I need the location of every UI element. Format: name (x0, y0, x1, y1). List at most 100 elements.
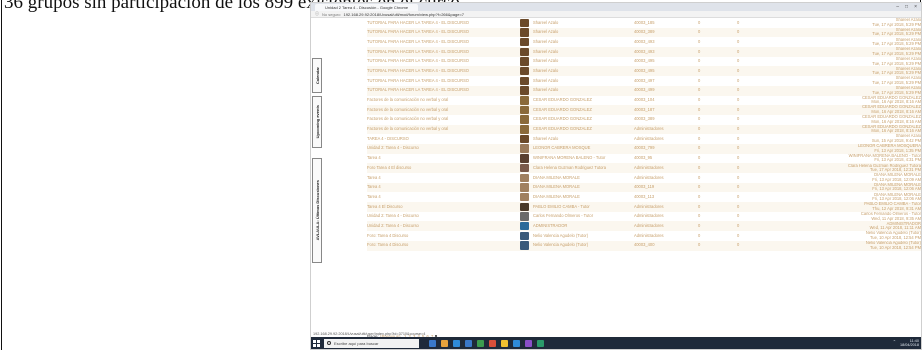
last-post-date[interactable]: Mon, 16 Apr 2018, 8:16 AM (791, 109, 921, 115)
author-link[interactable]: CESAR EDUARDO GONZALEZ (533, 107, 623, 112)
discussion-link[interactable]: Tarea 4 (367, 155, 517, 160)
avatar[interactable] (520, 202, 529, 212)
discussion-link[interactable]: Factores de la comunicación no verbal y … (367, 107, 517, 112)
avatar[interactable] (520, 28, 529, 37)
taskbar-app-icon[interactable] (453, 339, 460, 347)
last-post-date[interactable]: Tue, 17 Apr 2018, 12:31 PM (791, 167, 921, 173)
discussion-link[interactable]: Foro: Tarea 4 Discurso (367, 233, 517, 238)
author-link[interactable]: Carlos Fernando Olmeros - Tutor (533, 213, 623, 218)
author-link[interactable]: Shareel Azalo (533, 78, 623, 83)
last-post-date[interactable]: Tue, 17 Apr 2018, 5:29 PM (791, 61, 921, 67)
discussion-link[interactable]: Factores de la comunicación no verbal y … (367, 116, 517, 121)
author-link[interactable]: Nelio Valencia Agudelo (Tutor) (533, 242, 623, 247)
last-post[interactable]: DIANA MILENA MORALE Fri, 13 Apr 2018, 12:… (791, 183, 921, 192)
last-post-date[interactable]: Tue, 17 Apr 2018, 5:29 PM (791, 22, 921, 28)
discussion-link[interactable]: TUTORIAL PARA HACER LA TAREA 4 - EL DISC… (367, 29, 517, 34)
author-link[interactable]: Nelio Valencia Agudelo (Tutor) (533, 233, 623, 238)
avatar[interactable] (520, 154, 529, 163)
author-link[interactable]: Shareel Azalo (533, 49, 623, 54)
last-post[interactable]: CESAR EDUARDO GONZALEZ Mon, 16 Apr 2018, … (791, 115, 921, 124)
author-link[interactable]: Clara Helena Guzman Rodriguez Tutora (533, 165, 623, 170)
taskbar-app-icon[interactable] (489, 339, 496, 347)
author-link[interactable]: Shareel Azalo (533, 68, 623, 73)
last-post[interactable]: DIANA MILENA MORALE Fri, 13 Apr 2018, 12:… (791, 193, 921, 202)
avatar[interactable] (520, 76, 529, 86)
windows-start-icon[interactable] (313, 339, 320, 347)
last-post[interactable]: Shareel Azalo Tue, 17 Apr 2018, 5:29 PM (791, 57, 921, 66)
last-post-date[interactable]: Mon, 16 Apr 2018, 8:16 AM (791, 129, 921, 134)
last-post-date[interactable]: Tue, 17 Apr 2018, 5:29 PM (791, 51, 921, 57)
author-link[interactable]: Shareel Azalo (533, 39, 623, 44)
maximize-icon[interactable]: □ (905, 4, 908, 10)
minimize-icon[interactable]: – (896, 4, 899, 10)
last-post-date[interactable]: Tue, 17 Apr 2018, 5:29 PM (791, 32, 921, 37)
last-post-date[interactable]: Fri, 13 Apr 2018, 1:35 PM (791, 148, 921, 154)
avatar[interactable] (520, 212, 529, 221)
discussion-link[interactable]: TUTORIAL PARA HACER LA TAREA 4 - EL DISC… (367, 20, 517, 25)
discussion-link[interactable]: TAREA 4 - DISCURSO (367, 136, 517, 141)
last-post-date[interactable]: Fri, 13 Apr 2018, 12:06 AM (791, 197, 921, 202)
author-link[interactable]: DIANA MILENA MORALE (533, 184, 623, 189)
avatar[interactable] (520, 183, 529, 192)
taskbar-app-icon[interactable] (477, 339, 484, 347)
last-post[interactable]: CESAR EDUARDO GONZALEZ Mon, 16 Apr 2018, … (791, 125, 921, 134)
side-tab-calendar[interactable]: Calendar (312, 58, 322, 93)
avatar[interactable] (520, 115, 529, 124)
last-post-date[interactable]: Tue, 17 Apr 2018, 5:29 PM (791, 71, 921, 76)
last-post[interactable]: Shareel Azalo Tue, 17 Apr 2018, 5:29 PM (791, 76, 921, 85)
taskbar-app-icon[interactable] (537, 339, 544, 347)
last-post[interactable]: Nelio Valencia Agudelo (Tutor) Tue, 10 Ap… (791, 231, 921, 240)
close-icon[interactable]: × (914, 4, 917, 10)
avatar[interactable] (520, 163, 529, 173)
last-post[interactable]: Shareel Azalo Sun, 15 Apr 2018, 9:42 PM (791, 134, 921, 143)
avatar[interactable] (520, 86, 529, 95)
avatar[interactable] (520, 96, 529, 105)
last-post[interactable]: Clara Helena Guzman Rodriguez Tutora Tue,… (791, 164, 921, 173)
avatar[interactable] (520, 37, 529, 47)
taskbar-app-icon[interactable] (513, 339, 520, 347)
author-link[interactable]: WINIFRANA MORENA BALENO - Tutor (533, 155, 623, 160)
author-link[interactable]: CESAR EDUARDO GONZALEZ (533, 116, 623, 121)
avatar[interactable] (520, 57, 529, 66)
author-link[interactable]: LEONOR CABRERA MOSQUE (533, 145, 623, 150)
last-post[interactable]: Shareel Azalo Tue, 17 Apr 2018, 5:29 PM (791, 86, 921, 95)
author-link[interactable]: Shareel Azalo (533, 20, 623, 25)
last-post-date[interactable]: Wed, 11 Apr 2018, 11:11 AM (791, 226, 921, 231)
last-post[interactable]: WINIFRANA MORENA BALENO - Tutor Fri, 13 A… (791, 154, 921, 163)
url-text[interactable]: 192.168.29.92:2018/Uvusal/ulti/mod/forum… (343, 12, 464, 17)
taskbar-app-icon[interactable] (465, 339, 472, 347)
author-link[interactable]: Shareel Azalo (533, 87, 623, 92)
last-post[interactable]: LEONOR CABRERA MOSQUERA Fri, 13 Apr 2018,… (791, 144, 921, 153)
last-post[interactable]: Shareel Azalo Tue, 17 Apr 2018, 5:29 PM (791, 18, 921, 27)
taskbar-app-icon[interactable] (501, 339, 508, 347)
author-link[interactable]: PABLO EMILIO CAMBA - Tutor (533, 204, 623, 209)
discussion-link[interactable]: TUTORIAL PARA HACER LA TAREA 4 - EL DISC… (367, 39, 517, 44)
discussion-link[interactable]: Tarea 4 (367, 175, 517, 180)
last-post-date[interactable]: Tue, 10 Apr 2018, 12:54 PM (791, 235, 921, 241)
browser-tab[interactable]: Unidad 2 Tarea 4 - Discusión - Google Ch… (315, 3, 419, 11)
last-post-date[interactable]: Mon, 16 Apr 2018, 8:16 AM (791, 119, 921, 125)
side-tab-upcoming[interactable]: Upcoming events (312, 96, 322, 148)
avatar[interactable] (520, 125, 529, 134)
address-bar[interactable]: ⓘ No seguro 192.168.29.92:2018/Uvusal/ul… (311, 11, 921, 18)
discussion-link[interactable]: Unidad 2: Tarea 4 - Discurso (367, 223, 517, 228)
taskbar-app-icon[interactable] (441, 339, 448, 347)
discussion-link[interactable]: Unidad 2: Tarea 4 - Discurso (367, 145, 517, 150)
last-post[interactable]: CESAR EDUARDO GONZALEZ Mon, 16 Apr 2018, … (791, 105, 921, 114)
author-link[interactable]: ADMINISTRADOR (533, 223, 623, 228)
discussion-link[interactable]: TUTORIAL PARA HACER LA TAREA 4 - EL DISC… (367, 78, 517, 83)
last-post[interactable]: Carlos Fernando Olmeros - Tutor Wed, 11 A… (791, 212, 921, 221)
last-post[interactable]: Shareel Azalo Tue, 17 Apr 2018, 5:29 PM (791, 47, 921, 56)
avatar[interactable] (520, 66, 529, 76)
side-tab-latest-discussions[interactable]: AVLAULA: Últimas Discusiones (312, 158, 322, 263)
info-icon[interactable]: ⓘ (315, 11, 319, 17)
author-link[interactable]: Shareel Azalo (533, 136, 623, 141)
discussion-link[interactable]: TUTORIAL PARA HACER LA TAREA 4 - EL DISC… (367, 58, 517, 63)
avatar[interactable] (520, 241, 529, 250)
discussion-link[interactable]: Foro Tarea 4 El discurso (367, 165, 517, 170)
author-link[interactable]: DIANA MILENA MORALE (533, 194, 623, 199)
clock[interactable]: 11:40 18/04/2018 (900, 339, 919, 347)
author-link[interactable]: Shareel Azalo (533, 58, 623, 63)
last-post-date[interactable]: Thu, 12 Apr 2018, 9:31 AM (791, 206, 921, 212)
discussion-link[interactable]: Tarea 4 (367, 184, 517, 189)
